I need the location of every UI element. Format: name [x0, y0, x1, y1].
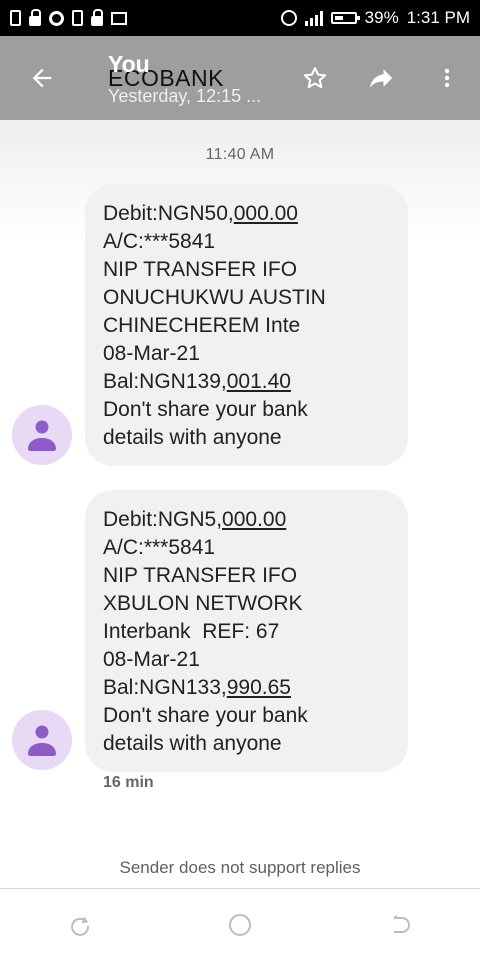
message-line: NIP TRANSFER IFO: [103, 258, 298, 281]
message-line: A/C:***5841: [103, 536, 216, 559]
message-line: XBULON NETWORK: [103, 592, 303, 615]
home-button[interactable]: [210, 895, 270, 955]
alarm-icon: [280, 10, 297, 26]
forward-icon: [369, 69, 393, 88]
battery-percent: 39%: [364, 8, 399, 27]
message-line: 08-Mar-21: [103, 648, 200, 671]
app-bar: ECOBANK You Yesterday, 12:15 ...: [0, 36, 480, 120]
chrome-icon: [49, 10, 64, 26]
message-line: Bal:NGN133,990.65: [103, 676, 291, 699]
message-bubble[interactable]: Debit:NGN5,000.00 A/C:***5841 NIP TRANSF…: [85, 490, 408, 772]
back-arrow-icon: [32, 68, 52, 88]
message-line: ONUCHUKWU AUSTIN: [103, 286, 326, 309]
message-line: details with anyone: [103, 732, 282, 755]
conversation-title-overlay: You: [108, 51, 150, 77]
star-icon: [303, 67, 327, 89]
status-bar: 39% 1:31 PM: [0, 0, 480, 36]
message-line: CHINECHEREM Inte: [103, 314, 301, 337]
more-vert-icon: [444, 68, 450, 88]
message-line: Interbank REF: 67: [103, 620, 280, 643]
messages-screen: 39% 1:31 PM ECOBANK You Yesterday, 12:15…: [0, 0, 480, 960]
sim-icon: [72, 10, 83, 26]
lock-icon: [29, 8, 41, 26]
message-line: Debit:NGN50,000.00: [103, 202, 298, 225]
reply-unsupported-note: Sender does not support replies: [119, 858, 361, 877]
conversation-view[interactable]: 11:40 AM Debit:NGN50,000.00 A/C:***5841 …: [0, 120, 480, 888]
message-line: 08-Mar-21: [103, 342, 200, 365]
lock-icon: [91, 8, 103, 26]
star-button[interactable]: [282, 36, 348, 120]
status-bar-right: 39% 1:31 PM: [280, 8, 470, 28]
sender-avatar[interactable]: [12, 405, 72, 465]
navigation-bar: [0, 889, 480, 960]
recents-button[interactable]: [50, 895, 110, 955]
battery-icon: [330, 12, 360, 24]
recents-icon: [71, 916, 90, 936]
message-line: Bal:NGN139,001.40: [103, 370, 291, 393]
back-nav-button[interactable]: [370, 895, 430, 955]
image-icon: [111, 11, 127, 25]
status-bar-left: [10, 8, 127, 26]
message-line: A/C:***5841: [103, 230, 216, 253]
home-icon: [229, 913, 251, 936]
status-time: 1:31 PM: [406, 8, 470, 27]
more-options-button[interactable]: [414, 36, 480, 120]
message-timestamp: 11:40 AM: [205, 146, 275, 163]
message-line: NIP TRANSFER IFO: [103, 564, 298, 587]
message-line: Don't share your bank: [103, 398, 308, 421]
forward-button[interactable]: [348, 36, 414, 120]
phone-icon: [10, 10, 21, 26]
app-bar-actions: [282, 36, 480, 120]
back-button[interactable]: [0, 36, 84, 120]
conversation-subtitle: Yesterday, 12:15 ...: [108, 86, 262, 106]
message-line: Don't share your bank: [103, 704, 308, 727]
message-meta: 16 min: [103, 774, 154, 791]
signal-icon: [304, 10, 323, 26]
message-bubble[interactable]: Debit:NGN50,000.00 A/C:***5841 NIP TRANS…: [85, 184, 408, 466]
message-line: Debit:NGN5,000.00: [103, 508, 287, 531]
person-icon: [28, 725, 56, 756]
person-icon: [28, 420, 56, 451]
back-icon: [393, 914, 410, 933]
message-line: details with anyone: [103, 426, 282, 449]
conversation-header: ECOBANK You Yesterday, 12:15 ...: [84, 36, 282, 120]
sender-avatar[interactable]: [12, 710, 72, 770]
